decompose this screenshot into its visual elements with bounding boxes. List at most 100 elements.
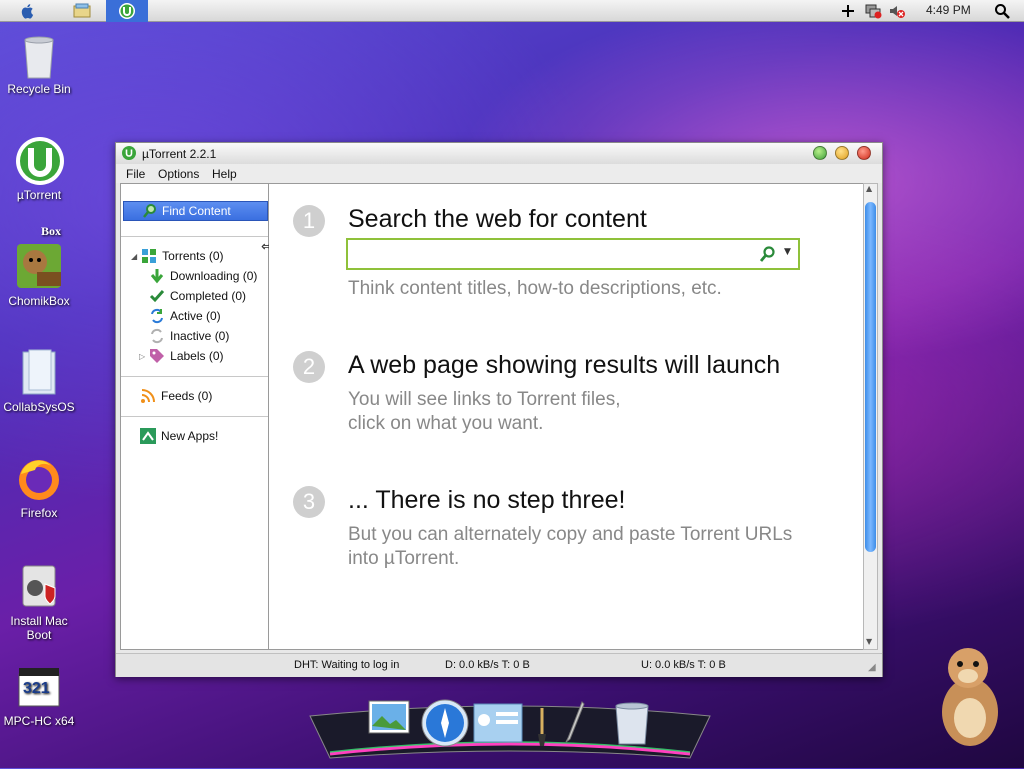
step-2-description-line2: click on what you want.: [348, 413, 544, 434]
desktop-icon-utorrent[interactable]: µTorrent: [0, 136, 78, 202]
dock: [300, 686, 720, 766]
desktop-icon-chomikbox[interactable]: Box ChomikBox: [0, 224, 78, 308]
scrollbar-thumb[interactable]: [865, 202, 876, 552]
clock[interactable]: 4:49 PM: [926, 3, 971, 17]
sidebar-divider: [121, 236, 268, 237]
step-3-number: 3: [293, 486, 325, 518]
collapse-triangle-icon[interactable]: ◢: [131, 252, 137, 261]
step-3-title: ... There is no step three!: [348, 486, 626, 514]
sidebar-item-inactive[interactable]: Inactive (0): [149, 327, 229, 345]
recycle-bin-icon: [15, 30, 63, 79]
sidebar-item-label: Torrents (0): [162, 249, 224, 263]
sidebar-item-feeds[interactable]: Feeds (0): [140, 387, 212, 405]
find-content-label: Find Content: [162, 204, 231, 218]
label-tag-icon: [149, 348, 165, 364]
download-status: D: 0.0 kB/s T: 0 B: [445, 659, 530, 671]
desktop-icon-mpc-hc[interactable]: 321 MPC-HC x64: [0, 666, 78, 728]
utorrent-icon: [15, 136, 64, 185]
volume-muted-icon[interactable]: [886, 0, 908, 22]
desktop-icon-label: Install Mac Boot: [10, 614, 68, 642]
step-1-number: 1: [293, 205, 325, 237]
menu-help[interactable]: Help: [212, 167, 237, 181]
maximize-button[interactable]: [813, 146, 827, 160]
desktop-icon-label: CollabSysOS: [3, 400, 75, 414]
hamster-mascot-icon: [930, 646, 1010, 753]
torrents-icon: [141, 248, 157, 264]
inactive-arrows-icon: [149, 328, 165, 344]
dht-status: DHT: Waiting to log in: [294, 659, 400, 671]
utorrent-logo-icon: [122, 146, 136, 163]
find-search-icon: [142, 203, 158, 222]
brush-icon[interactable]: [532, 704, 552, 751]
utorrent-window: µTorrent 2.2.1 File Options Help Find Co…: [115, 142, 883, 677]
search-icon[interactable]: [990, 0, 1014, 22]
scroll-up-icon[interactable]: ▲: [866, 184, 872, 193]
trash-icon[interactable]: [610, 698, 654, 751]
download-arrow-icon: [149, 268, 165, 284]
sidebar-item-active[interactable]: Active (0): [149, 307, 221, 325]
sidebar-item-new-apps[interactable]: New Apps!: [140, 427, 218, 445]
resize-grip-icon[interactable]: ◢: [868, 662, 876, 673]
minimize-button[interactable]: [835, 146, 849, 160]
step-3-description-line1: But you can alternately copy and paste T…: [348, 524, 793, 545]
menu-options[interactable]: Options: [158, 167, 199, 181]
apple-menu-icon[interactable]: [14, 0, 42, 22]
desktop-icon-label: ChomikBox: [8, 294, 70, 308]
mpc-badge: 321: [23, 680, 50, 697]
installer-icon: [15, 562, 63, 610]
desktop-icon-label: Firefox: [20, 506, 58, 520]
step-2-description-line1: You will see links to Torrent files,: [348, 389, 621, 410]
close-button[interactable]: [857, 146, 871, 160]
find-content-button[interactable]: Find Content: [123, 201, 268, 221]
firefox-icon: [15, 454, 63, 502]
step-2-title: A web page showing results will launch: [348, 351, 781, 379]
sidebar-item-label: New Apps!: [161, 429, 219, 443]
sidebar-item-torrents[interactable]: ◢ Torrents (0): [131, 247, 224, 265]
desktop-icon-label: Recycle Bin: [7, 82, 71, 96]
menubar: 4:49 PM: [0, 0, 1024, 22]
sidebar-item-label: Feeds (0): [161, 389, 213, 403]
address-book-icon[interactable]: [472, 702, 524, 747]
step-1-description: Think content titles, how-to description…: [348, 278, 722, 299]
desktop-icon-install-mac-boot[interactable]: Install Mac Boot: [0, 562, 78, 642]
menu-bar: File Options Help: [116, 164, 882, 183]
network-icon[interactable]: [862, 0, 884, 22]
desktop-icon-firefox[interactable]: Firefox: [0, 454, 78, 520]
desktop-icon-label: MPC-HC x64: [3, 714, 75, 728]
sidebar: Find Content ◢ Torrents (0) Downloading …: [120, 183, 269, 650]
sidebar-item-labels[interactable]: ▷ Labels (0): [139, 347, 224, 365]
sidebar-item-label: Inactive (0): [170, 329, 230, 343]
utorrent-taskbar-icon[interactable]: [106, 0, 148, 22]
desktop-icon-collabsysos[interactable]: CollabSysOS: [0, 348, 78, 414]
chomikbox-badge: Box: [41, 224, 62, 238]
step-3-description-line2: into µTorrent.: [348, 548, 460, 569]
desktop-icon-recycle-bin[interactable]: Recycle Bin: [0, 30, 78, 96]
search-icon[interactable]: [759, 245, 777, 266]
chevron-down-icon[interactable]: ▼: [784, 247, 791, 257]
menu-file[interactable]: File: [126, 167, 145, 181]
step-2-number: 2: [293, 351, 325, 383]
sidebar-item-completed[interactable]: Completed (0): [149, 287, 246, 305]
window-title: µTorrent 2.2.1: [142, 147, 217, 161]
preview-icon[interactable]: [366, 698, 412, 747]
scroll-down-icon[interactable]: ▼: [866, 637, 872, 646]
title-bar[interactable]: µTorrent 2.2.1: [116, 143, 882, 164]
active-arrows-icon: [149, 308, 165, 324]
search-input[interactable]: ▼: [346, 238, 800, 270]
plus-icon[interactable]: [838, 0, 858, 22]
expand-triangle-icon[interactable]: ▷: [139, 352, 145, 361]
chomikbox-icon: Box: [15, 224, 63, 290]
pen-icon[interactable]: [562, 700, 586, 747]
sidebar-divider: [121, 376, 268, 377]
mpc-hc-icon: 321: [15, 666, 63, 710]
files-icon[interactable]: [70, 0, 94, 22]
vertical-scrollbar[interactable]: ▲ ▼: [863, 183, 878, 650]
sidebar-item-label: Active (0): [170, 309, 221, 323]
safari-icon[interactable]: [420, 698, 470, 751]
sidebar-item-label: Downloading (0): [170, 269, 258, 283]
sidebar-item-label: Completed (0): [170, 289, 247, 303]
sidebar-divider: [121, 416, 268, 417]
sidebar-item-downloading[interactable]: Downloading (0): [149, 267, 257, 285]
sidebar-item-label: Labels (0): [170, 349, 224, 363]
status-bar: DHT: Waiting to log in D: 0.0 kB/s T: 0 …: [116, 653, 882, 677]
